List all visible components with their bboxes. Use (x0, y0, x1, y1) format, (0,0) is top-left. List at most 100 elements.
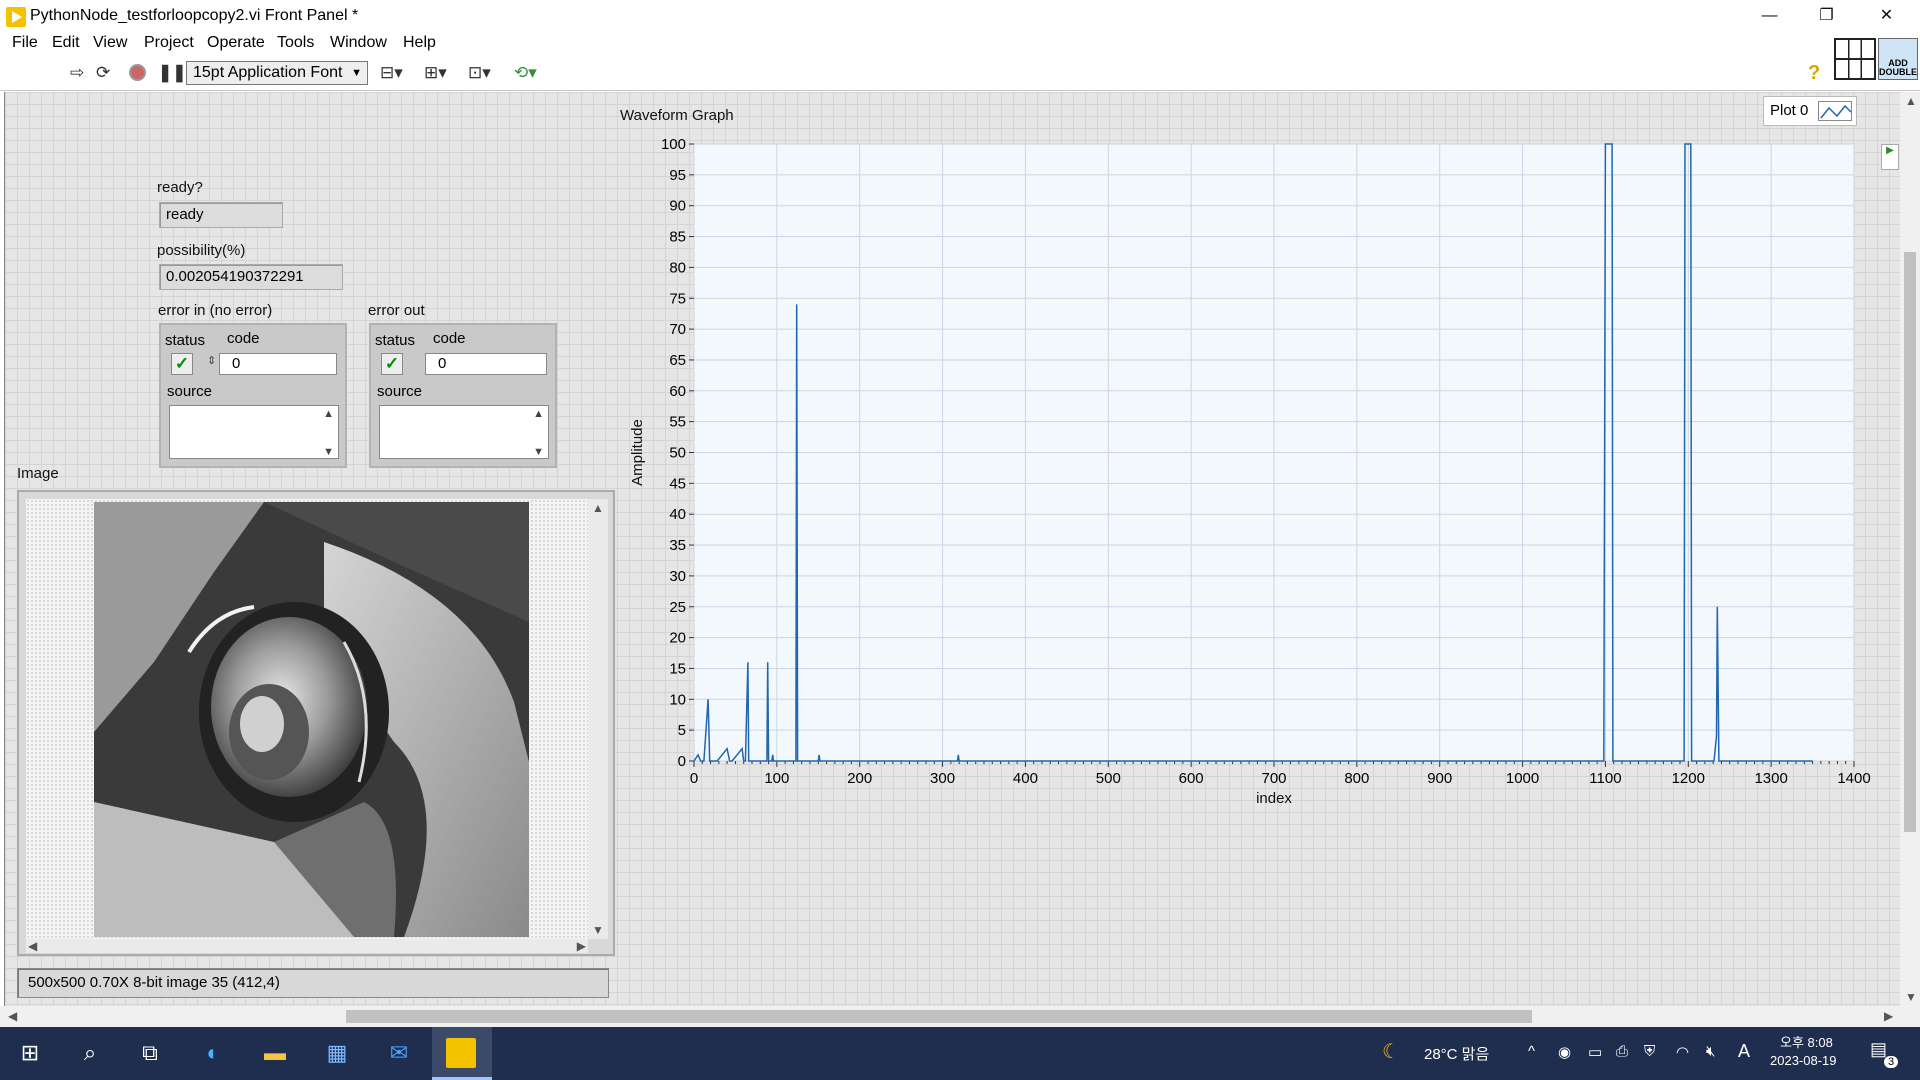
volume-muted-icon[interactable]: 🔇︎ (1706, 1043, 1715, 1060)
menu-project[interactable]: Project (144, 34, 194, 52)
error-in-code-label: code (227, 330, 260, 347)
y-tick-label: 100 (661, 136, 686, 153)
y-tick-label: 10 (669, 691, 686, 708)
image-vertical-scrollbar[interactable]: ▲ ▼ (588, 499, 608, 939)
device-icon[interactable]: ⎙ (1616, 1043, 1628, 1060)
help-icon[interactable]: ? (1808, 62, 1820, 85)
error-in-code-field[interactable]: 0 (219, 353, 337, 375)
minimize-button[interactable]: — (1741, 0, 1798, 31)
pause-icon[interactable]: ❚❚ (158, 63, 187, 83)
x-tick-label: 1000 (1506, 770, 1539, 787)
security-icon[interactable]: ⛨ (1644, 1043, 1655, 1060)
menu-view[interactable]: View (93, 34, 127, 52)
y-tick-label: 40 (669, 506, 686, 523)
search-icon[interactable]: ⌕ (74, 1037, 106, 1069)
menu-help[interactable]: Help (403, 34, 436, 52)
graph-title: Waveform Graph (620, 107, 734, 124)
x-tick-label: 200 (847, 770, 872, 787)
error-in-code-increment-icon[interactable]: ⇕ (207, 354, 216, 367)
possibility-label: possibility(%) (157, 242, 246, 259)
weather-text[interactable]: 28°C 맑음 (1424, 1043, 1489, 1064)
menu-file[interactable]: File (12, 34, 38, 52)
scroll-up-icon[interactable]: ▲ (533, 408, 544, 420)
scroll-down-icon[interactable]: ▼ (1905, 990, 1917, 1004)
scroll-left-icon[interactable]: ◀ (28, 939, 37, 953)
wifi-icon[interactable]: ◠ (1676, 1043, 1689, 1061)
image-canvas[interactable] (26, 499, 588, 939)
clock-date[interactable]: 2023-08-19 (1770, 1053, 1837, 1068)
connector-pane-icon[interactable] (1834, 38, 1876, 80)
clock-time[interactable]: 오후 8:08 (1780, 1032, 1833, 1051)
scroll-left-icon[interactable]: ◀ (8, 1009, 17, 1023)
grayscale-image[interactable] (94, 502, 529, 937)
run-arrow-icon[interactable]: ⇨ (70, 63, 84, 83)
scroll-down-icon[interactable]: ▼ (323, 446, 334, 458)
scroll-up-icon[interactable]: ▲ (323, 408, 334, 420)
error-out-code-value: 0 (438, 355, 447, 372)
horizontal-scroll-thumb[interactable] (346, 1010, 1532, 1023)
menu-tools[interactable]: Tools (277, 34, 314, 52)
windows-start-icon[interactable]: ⊞ (14, 1037, 46, 1069)
y-tick-label: 85 (669, 229, 686, 246)
scroll-down-icon[interactable]: ▼ (592, 923, 604, 937)
y-tick-label: 5 (678, 722, 686, 739)
error-in-status-checkbox[interactable]: ✓ (171, 353, 193, 375)
menu-edit[interactable]: Edit (52, 34, 80, 52)
edge-icon[interactable]: ◐ (197, 1037, 229, 1069)
menu-window[interactable]: Window (330, 34, 387, 52)
scroll-up-icon[interactable]: ▲ (1905, 94, 1917, 108)
error-in-cluster: status code ✓ ⇕ d 0 source ▲ ▼ (159, 323, 347, 468)
resize-objects-icon[interactable]: ⊡▾ (468, 63, 491, 83)
ime-indicator[interactable]: A (1738, 1041, 1750, 1062)
error-out-source-field: ▲ ▼ (379, 405, 549, 459)
run-continuously-icon[interactable]: ⟳ (96, 63, 110, 83)
file-explorer-icon[interactable]: ▬ (259, 1037, 291, 1069)
y-tick-label: 30 (669, 568, 686, 585)
store-icon[interactable]: ▦ (321, 1037, 353, 1069)
reorder-icon[interactable]: ⟲▾ (514, 63, 537, 83)
menu-operate[interactable]: Operate (207, 34, 265, 52)
font-select[interactable]: 15pt Application Font ▼ (186, 61, 368, 85)
record-icon[interactable]: ◉ (1558, 1043, 1571, 1061)
error-in-status-label: status (165, 332, 206, 349)
vertical-scroll-thumb[interactable] (1904, 252, 1916, 832)
mail-icon[interactable]: ✉ (383, 1037, 415, 1069)
vi-icon[interactable]: ADD DOUBLE (1878, 38, 1918, 80)
y-tick-label: 25 (669, 599, 686, 616)
x-tick-label: 1300 (1754, 770, 1787, 787)
battery-icon[interactable]: ▭ (1588, 1043, 1602, 1061)
error-out-status-label: status (375, 332, 416, 349)
waveform-graph[interactable]: Waveform Graph 0 100 200 300 400 500 600 700 800… (620, 100, 1890, 820)
distribute-objects-icon[interactable]: ⊞▾ (424, 63, 447, 83)
menu-bar: File Edit View Project Operate Tools Win… (0, 31, 1920, 55)
restore-button[interactable]: ❐ (1798, 0, 1855, 31)
grid (693, 143, 1855, 762)
scroll-up-icon[interactable]: ▲ (592, 501, 604, 515)
horizontal-scrollbar[interactable]: ◀ ▶ (0, 1006, 1920, 1027)
scroll-down-icon[interactable]: ▼ (533, 446, 544, 458)
y-tick-label: 65 (669, 352, 686, 369)
show-hidden-icons-icon[interactable]: ^ (1528, 1043, 1535, 1060)
labview-icon (446, 1038, 476, 1068)
error-in-label: error in (no error) (158, 302, 273, 319)
y-tick-label: 55 (669, 414, 686, 431)
scroll-right-icon[interactable]: ▶ (577, 939, 586, 953)
image-horizontal-scrollbar[interactable]: ◀ ▶ (26, 939, 588, 953)
weather-moon-icon: ☾ (1382, 1041, 1400, 1063)
abort-icon[interactable] (129, 64, 146, 81)
labview-app-icon (6, 7, 26, 27)
y-tick-label: 95 (669, 167, 686, 184)
scroll-right-icon[interactable]: ▶ (1884, 1009, 1893, 1023)
labview-taskbar-button[interactable] (432, 1027, 492, 1080)
close-button[interactable]: ✕ (1858, 0, 1915, 31)
notification-count: 3 (1884, 1056, 1899, 1068)
error-in-source-label: source (167, 383, 213, 400)
notification-icon[interactable]: ▤ (1870, 1039, 1887, 1060)
vertical-scrollbar[interactable]: ▲ ▼ (1900, 92, 1920, 1006)
font-select-value: 15pt Application Font (193, 64, 343, 81)
x-tick-label: 900 (1427, 770, 1452, 787)
task-view-icon[interactable]: ⧉ (134, 1037, 166, 1069)
error-in-source-field[interactable]: ▲ ▼ (169, 405, 339, 459)
align-objects-icon[interactable]: ⊟▾ (380, 63, 403, 83)
image-display[interactable]: ▲ ▼ ◀ ▶ (17, 490, 615, 956)
